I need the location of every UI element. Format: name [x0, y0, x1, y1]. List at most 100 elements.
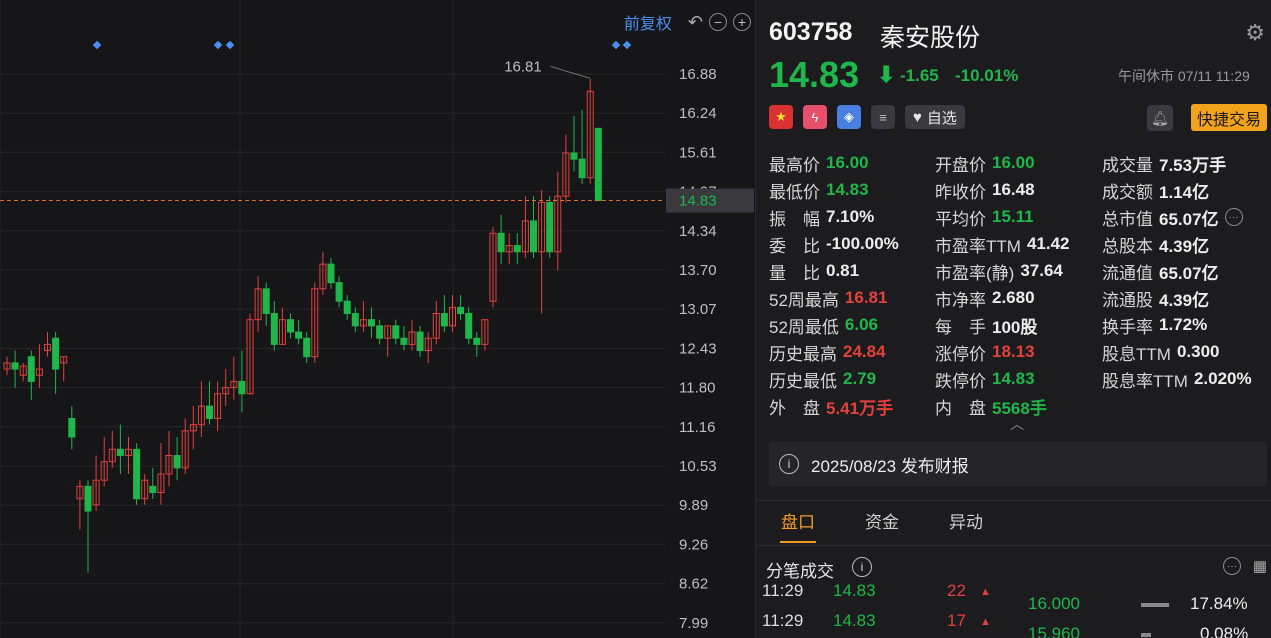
tab-bar: 盘口 资金 异动 — [756, 501, 1271, 545]
stat-label: 换手率 — [1102, 317, 1153, 337]
kline-chart[interactable]: 16.8816.2415.6114.9714.3413.7013.0712.43… — [0, 0, 755, 638]
candle-body — [546, 201, 554, 253]
tick-time: 11:29 — [762, 581, 804, 600]
chevron-up-icon[interactable]: ︿ — [1010, 414, 1024, 434]
china-flag-icon[interactable]: ★ — [769, 105, 793, 129]
reset-icon[interactable]: ↶ — [688, 12, 703, 33]
stat-label: 量 比 — [769, 263, 820, 283]
stat-label: 最低价 — [769, 182, 820, 202]
tick-volume: 22 — [947, 581, 966, 600]
candle-body — [594, 127, 602, 202]
more-icon[interactable]: ··· — [1223, 557, 1241, 575]
kline-svg[interactable]: 16.8816.2415.6114.9714.3413.7013.0712.43… — [0, 0, 755, 638]
stat-value: 18.13 — [992, 342, 1035, 361]
stat-value: 41.42 — [1026, 234, 1070, 253]
event-marker — [622, 40, 632, 50]
stat-value: 5.41万手 — [826, 398, 894, 418]
candle-body — [206, 405, 213, 419]
candle-body — [327, 263, 335, 284]
lightning-icon[interactable]: ϟ — [803, 105, 827, 129]
stat-item: 总市值 65.07亿 ··· — [1102, 205, 1243, 229]
stat-label: 内 盘 — [935, 398, 986, 418]
stat-value: 24.84 — [843, 342, 886, 361]
stat-label: 历史最高 — [769, 344, 837, 364]
event-marker — [611, 40, 621, 50]
candle-body — [335, 282, 343, 302]
stat-item: 换手率 1.72% — [1102, 313, 1207, 337]
candle-body — [473, 337, 481, 345]
document-icon[interactable]: ≡ — [871, 105, 895, 129]
price-tick-label: 11.16 — [679, 419, 715, 436]
price-tick-label: 14.34 — [679, 223, 717, 240]
candle-body — [400, 337, 408, 345]
up-triangle-icon: ▲ — [980, 616, 991, 628]
layout-icon[interactable]: ▦ — [1253, 557, 1267, 575]
tag-icon[interactable]: ◈ — [837, 105, 861, 129]
stat-label: 股息率TTM — [1102, 371, 1188, 391]
candle-body — [570, 152, 578, 160]
tab-capital[interactable]: 资金 — [840, 501, 924, 545]
stat-item: 总股本 4.39亿 — [1102, 232, 1209, 256]
stat-label: 流通股 — [1102, 290, 1153, 310]
zoom-in-icon[interactable]: + — [733, 13, 751, 31]
stat-label: 跌停价 — [935, 371, 986, 391]
stat-value: 0.300 — [1176, 342, 1220, 361]
stat-value: 2.79 — [843, 369, 877, 388]
stat-item: 跌停价 14.83 — [935, 367, 1035, 391]
high-annotation-label: 16.81 — [504, 58, 542, 75]
stat-label: 成交量 — [1102, 155, 1153, 175]
bell-icon[interactable]: 🔔︎ — [1147, 105, 1173, 131]
candle-body — [173, 455, 181, 469]
candle-body — [530, 220, 537, 253]
candle-body — [343, 300, 351, 315]
candle-body — [270, 313, 278, 345]
stat-label: 成交额 — [1102, 182, 1153, 202]
candle-body — [262, 288, 270, 315]
stat-value: 14.83 — [992, 369, 1035, 388]
stat-label: 52周最低 — [769, 317, 839, 337]
price-tick-label: 7.99 — [679, 615, 708, 632]
stat-value: 6.06 — [844, 315, 879, 334]
add-watchlist-button[interactable]: ♥ 自选 — [905, 105, 965, 129]
stat-label: 52周最高 — [769, 290, 839, 310]
stat-item: 流通股 4.39亿 — [1102, 286, 1209, 310]
stock-code: 603758 — [769, 18, 853, 46]
stat-item: 内 盘 5568手 — [935, 394, 1047, 418]
heart-icon: ♥ — [913, 108, 922, 126]
candle-body — [416, 331, 424, 352]
stat-item: 成交量 7.53万手 — [1102, 151, 1226, 175]
zoom-out-icon[interactable]: − — [709, 13, 727, 31]
earnings-notice[interactable]: i 2025/08/23 发布财报 — [769, 442, 1267, 486]
stat-item: 开盘价 16.00 — [935, 151, 1035, 175]
stat-label: 市盈率TTM — [935, 236, 1021, 256]
stat-item: 涨停价 18.13 — [935, 340, 1035, 364]
stat-value: 4.39亿 — [1159, 236, 1210, 256]
quick-trade-button[interactable]: 快捷交易 — [1190, 104, 1267, 131]
stat-item: 成交额 1.14亿 — [1102, 178, 1209, 202]
tab-alerts[interactable]: 异动 — [924, 501, 1008, 545]
stat-value: 1.14亿 — [1159, 182, 1210, 202]
candle-body — [465, 313, 473, 339]
more-icon[interactable]: ··· — [1224, 208, 1243, 226]
adjust-toggle[interactable]: 前复权 — [624, 10, 672, 34]
stat-label: 总股本 — [1102, 236, 1153, 256]
candle-body — [11, 362, 19, 370]
info-icon[interactable]: i — [852, 557, 872, 577]
chart-toolbar: 前复权 ↶ − + — [624, 10, 751, 34]
stat-item: 平均价 15.11 — [935, 205, 1034, 229]
tab-orderbook[interactable]: 盘口 — [756, 501, 840, 545]
price-tick-label: 9.26 — [679, 536, 708, 553]
dist-price: 15.960 — [1028, 624, 1080, 638]
stat-label: 股息TTM — [1102, 344, 1171, 364]
candle-body — [392, 325, 400, 339]
stat-value: 7.53万手 — [1159, 155, 1227, 175]
stat-item: 量 比 0.81 — [769, 259, 859, 283]
candle-body — [295, 331, 303, 339]
gear-icon[interactable]: ⚙ — [1245, 20, 1265, 46]
candle-body — [133, 448, 141, 500]
stat-value: 7.10% — [826, 207, 875, 226]
candle-body — [368, 319, 375, 327]
price-tick-label: 13.07 — [679, 301, 717, 318]
stat-label: 市净率 — [935, 290, 986, 310]
dist-bar — [1141, 603, 1169, 607]
